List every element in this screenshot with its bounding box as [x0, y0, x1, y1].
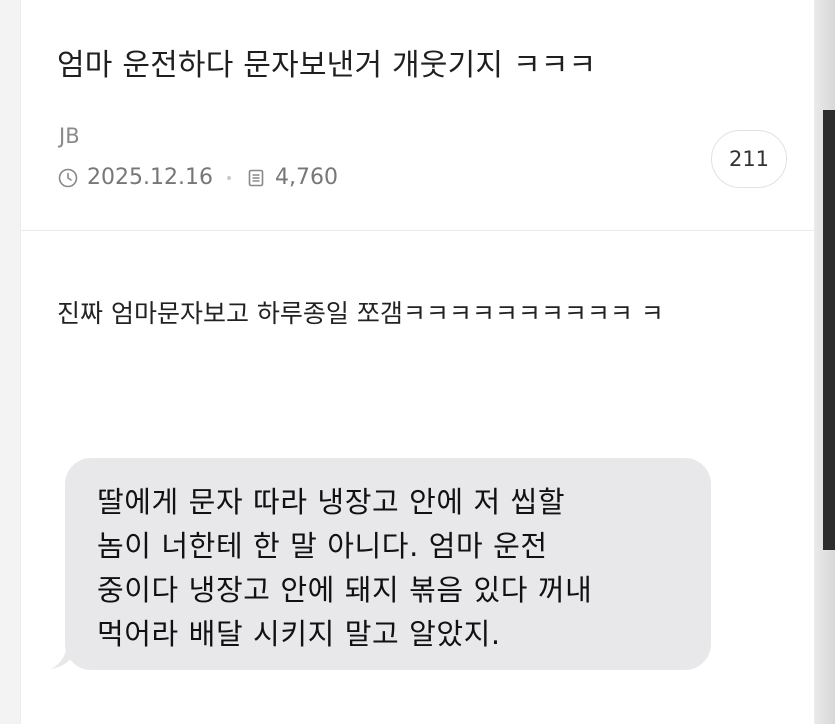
comment-count-button[interactable]: 211	[711, 130, 787, 188]
right-edge	[815, 0, 835, 724]
screen: 엄마 운전하다 문자보낸거 개웃기지 ㅋㅋㅋ JB 2025.12.16 4,7…	[0, 0, 835, 724]
post-views: 4,760	[274, 165, 338, 190]
post-date: 2025.12.16	[87, 165, 213, 190]
post-meta: 2025.12.16 4,760	[57, 165, 338, 190]
left-edge	[0, 0, 20, 724]
meta-separator	[226, 175, 231, 180]
post-body: 진짜 엄마문자보고 하루종일 쪼갬ㅋㅋㅋㅋㅋㅋㅋㅋㅋㅋ ㅋ	[57, 299, 664, 328]
post-author[interactable]: JB	[59, 124, 80, 148]
post-panel: 엄마 운전하다 문자보낸거 개웃기지 ㅋㅋㅋ JB 2025.12.16 4,7…	[20, 0, 815, 724]
document-icon	[245, 167, 267, 189]
post-title: 엄마 운전하다 문자보낸거 개웃기지 ㅋㅋㅋ	[57, 48, 597, 83]
message-text: 딸에게 문자 따라 냉장고 안에 저 씹할 놈이 너한테 한 말 아니다. 엄마…	[97, 485, 593, 651]
header-divider	[21, 230, 814, 231]
clock-icon	[57, 167, 79, 189]
message-bubble: 딸에게 문자 따라 냉장고 안에 저 씹할 놈이 너한테 한 말 아니다. 엄마…	[65, 458, 711, 670]
right-edge-dark	[823, 110, 835, 550]
